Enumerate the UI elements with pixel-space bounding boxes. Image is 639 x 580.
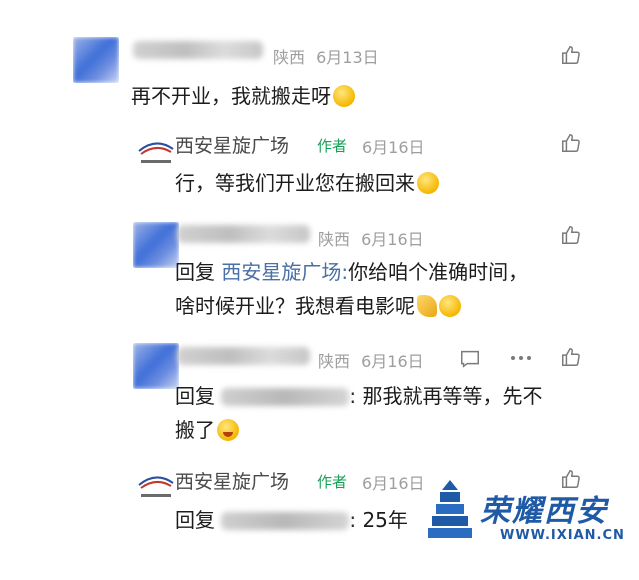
blurred-username	[177, 225, 310, 243]
thinking-emoji-icon	[333, 85, 355, 107]
date: 6月16日	[362, 138, 425, 157]
thumbs-up-icon[interactable]	[560, 346, 582, 368]
comment-meta: 陕西 6月16日	[318, 348, 424, 372]
date: 6月13日	[316, 48, 379, 67]
author-badge: 作者	[317, 137, 348, 155]
date: 6月16日	[362, 474, 425, 493]
reply-prefix: 回复	[175, 508, 215, 532]
thumbs-up-icon[interactable]	[560, 132, 582, 154]
date: 6月16日	[361, 230, 424, 249]
avatar[interactable]	[73, 37, 119, 83]
thumbs-up-icon[interactable]	[560, 224, 582, 246]
location: 陕西	[273, 48, 306, 67]
author-badge: 作者	[317, 473, 348, 491]
comment-meta: 陕西 6月13日	[273, 44, 379, 68]
author-avatar[interactable]	[133, 129, 179, 175]
author-avatar[interactable]	[133, 463, 179, 509]
comment-text: 回复 西安星旋广场:你给咱个准确时间，	[175, 260, 529, 284]
watermark-text: 荣耀西安	[480, 494, 608, 529]
author-name[interactable]: 西安星旋广场	[175, 467, 289, 494]
comment-text: 回复 : 25年	[175, 508, 408, 532]
comment-text: 回复 : 那我就再等等，先不	[175, 384, 543, 408]
comment-icon[interactable]	[459, 348, 481, 370]
date: 6月16日	[361, 352, 424, 371]
wink-emoji-icon	[217, 419, 239, 441]
comment-text: 搬了	[175, 417, 239, 443]
reply-prefix: 回复	[175, 384, 215, 408]
pray-emoji-icon	[417, 295, 437, 317]
blurred-reply-target	[221, 388, 350, 406]
location: 陕西	[318, 352, 351, 371]
avatar[interactable]	[133, 343, 179, 389]
watermark-url: WWW.IXIAN.CN	[500, 528, 625, 543]
avatar[interactable]	[133, 222, 179, 268]
more-dots-icon[interactable]	[510, 354, 532, 362]
location: 陕西	[318, 230, 351, 249]
reply-to-link[interactable]: 西安星旋广场:	[221, 260, 348, 284]
blurred-username	[133, 41, 263, 59]
comment-text: 行，等我们开业您在搬回来	[175, 170, 439, 196]
comment-meta: 陕西 6月16日	[318, 226, 424, 250]
smile-emoji-icon	[439, 295, 461, 317]
reply-prefix: 回复	[175, 260, 215, 284]
blurred-username	[177, 347, 310, 365]
comment-text: 再不开业，我就搬走呀	[131, 83, 355, 109]
smirk-emoji-icon	[417, 172, 439, 194]
thumbs-up-icon[interactable]	[560, 44, 582, 66]
comment-text: 啥时候开业？我想看电影呢	[175, 293, 461, 319]
watermark-building-logo	[427, 478, 473, 544]
blurred-reply-target	[221, 512, 350, 530]
author-name[interactable]: 西安星旋广场	[175, 131, 289, 158]
